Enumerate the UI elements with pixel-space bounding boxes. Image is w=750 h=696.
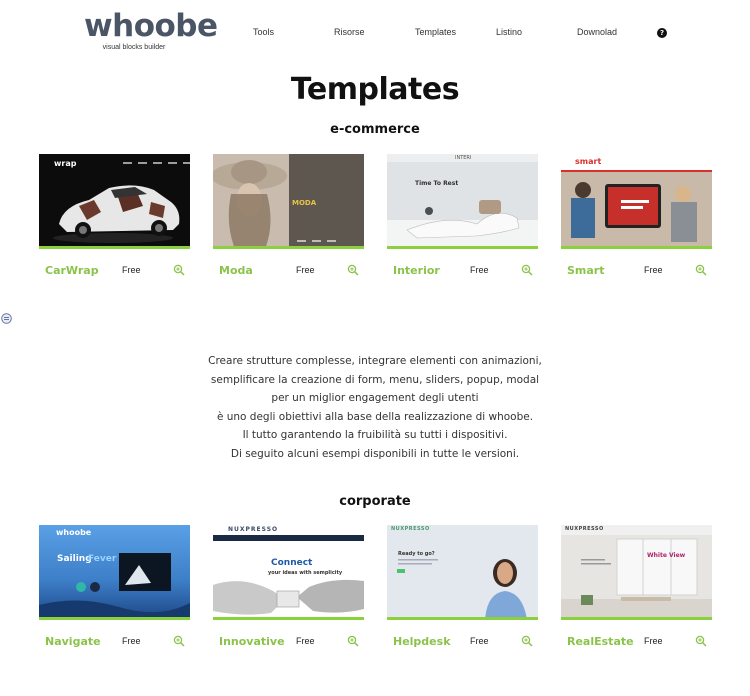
logo-wordmark[interactable]: whoobe [84,8,218,44]
woman-image [397,559,527,617]
description-line: semplificare la creazione di form, menu,… [210,373,540,386]
description-line: Il tutto garantendo la fruibilità su tut… [242,429,508,441]
template-price: Free [470,265,489,275]
zoom-in-icon[interactable] [521,635,533,647]
zoom-in-icon[interactable] [695,635,707,647]
thumb-title: Connect [271,558,313,568]
logo[interactable]: whoobe visual blocks builder [84,8,218,51]
page-title: Templates [290,72,460,107]
thumb-title: Time To Rest [415,180,459,187]
card-footer: Smart Free [561,261,712,285]
description-line: Creare strutture complesse, integrare el… [208,355,542,367]
logo-tagline: visual blocks builder [102,44,166,51]
devices-image [561,170,712,246]
template-name[interactable]: Smart [567,264,605,277]
template-thumbnail[interactable]: MODA [213,154,364,249]
sailing-image [39,553,190,617]
description-text: Creare strutture complesse, integrare el… [0,352,750,463]
template-card-innovative: NUXPRESSO Connect your ideas with sempli… [213,525,364,656]
template-card-interior: INTERI Time To Rest Interior Free [387,154,538,285]
template-price: Free [644,265,663,275]
card-footer: Moda Free [213,261,364,285]
nav-download[interactable]: Downolad [577,27,617,37]
template-thumbnail[interactable]: smart [561,154,712,249]
card-footer: RealEstate Free [561,632,712,656]
template-price: Free [470,636,489,646]
card-footer: Interior Free [387,261,538,285]
zoom-in-icon[interactable] [173,264,185,276]
template-card-smart: smart Smart Free [561,154,712,285]
zoom-in-icon[interactable] [521,264,533,276]
template-price: Free [296,265,315,275]
card-footer: Helpdesk Free [387,632,538,656]
section-title-corporate: corporate [339,494,411,509]
question-circle-icon[interactable]: ? [657,28,667,38]
woman-hat-image [213,154,364,246]
chat-icon[interactable] [1,313,12,324]
template-name[interactable]: CarWrap [45,264,99,277]
thumb-title: White View [647,552,686,559]
section-title-ecommerce: e-commerce [330,122,420,137]
description-line: Di seguito alcuni esempi disponibili in … [230,447,520,460]
template-name[interactable]: RealEstate [567,635,634,648]
template-card-carwrap: wrap CarWrap Free [39,154,190,285]
template-thumbnail[interactable]: INTERI Time To Rest [387,154,538,249]
template-card-moda: MODA Moda Free [213,154,364,285]
description-line: è uno degli obiettivi alla base della re… [216,410,534,423]
card-footer: Innovative Free [213,632,364,656]
card-footer: CarWrap Free [39,261,190,285]
template-thumbnail[interactable]: whoobe Sailing Fever [39,525,190,620]
template-thumbnail[interactable]: NUXPRESSO White View [561,525,712,620]
template-price: Free [644,636,663,646]
template-price: Free [122,265,141,275]
template-name[interactable]: Interior [393,264,440,277]
nav-templates[interactable]: Templates [415,27,456,37]
description-line: per un miglior engagement degli utenti [271,392,479,404]
card-footer: Navigate Free [39,632,190,656]
template-thumbnail[interactable]: wrap [39,154,190,249]
template-card-navigate: whoobe Sailing Fever Navigate Free [39,525,190,656]
thumb-nav [297,240,336,242]
zoom-in-icon[interactable] [347,635,359,647]
zoom-in-icon[interactable] [347,264,359,276]
template-name[interactable]: Innovative [219,635,285,648]
room-image [561,535,712,617]
nav-tools[interactable]: Tools [253,27,274,37]
template-name[interactable]: Helpdesk [393,635,451,648]
template-card-realestate: NUXPRESSO White View RealEstate Free [561,525,712,656]
zoom-in-icon[interactable] [695,264,707,276]
template-price: Free [296,636,315,646]
site-header: whoobe visual blocks builder Tools Risor… [0,0,750,64]
nav-listino[interactable]: Listino [496,27,522,37]
template-thumbnail[interactable]: NUXPRESSO Ready to go? [387,525,538,620]
template-card-helpdesk: NUXPRESSO Ready to go? Helpdesk Free [387,525,538,656]
car-image [53,185,180,243]
template-name[interactable]: Moda [219,264,253,277]
template-thumbnail[interactable]: NUXPRESSO Connect your ideas with sempli… [213,525,364,620]
thumb-subtitle: your ideas with semplicity [268,570,343,576]
chaise-image [387,162,538,246]
template-price: Free [122,636,141,646]
thumb-title: MODA [292,199,317,207]
template-name[interactable]: Navigate [45,635,101,648]
nav-risorse[interactable]: Risorse [334,27,365,37]
zoom-in-icon[interactable] [173,635,185,647]
